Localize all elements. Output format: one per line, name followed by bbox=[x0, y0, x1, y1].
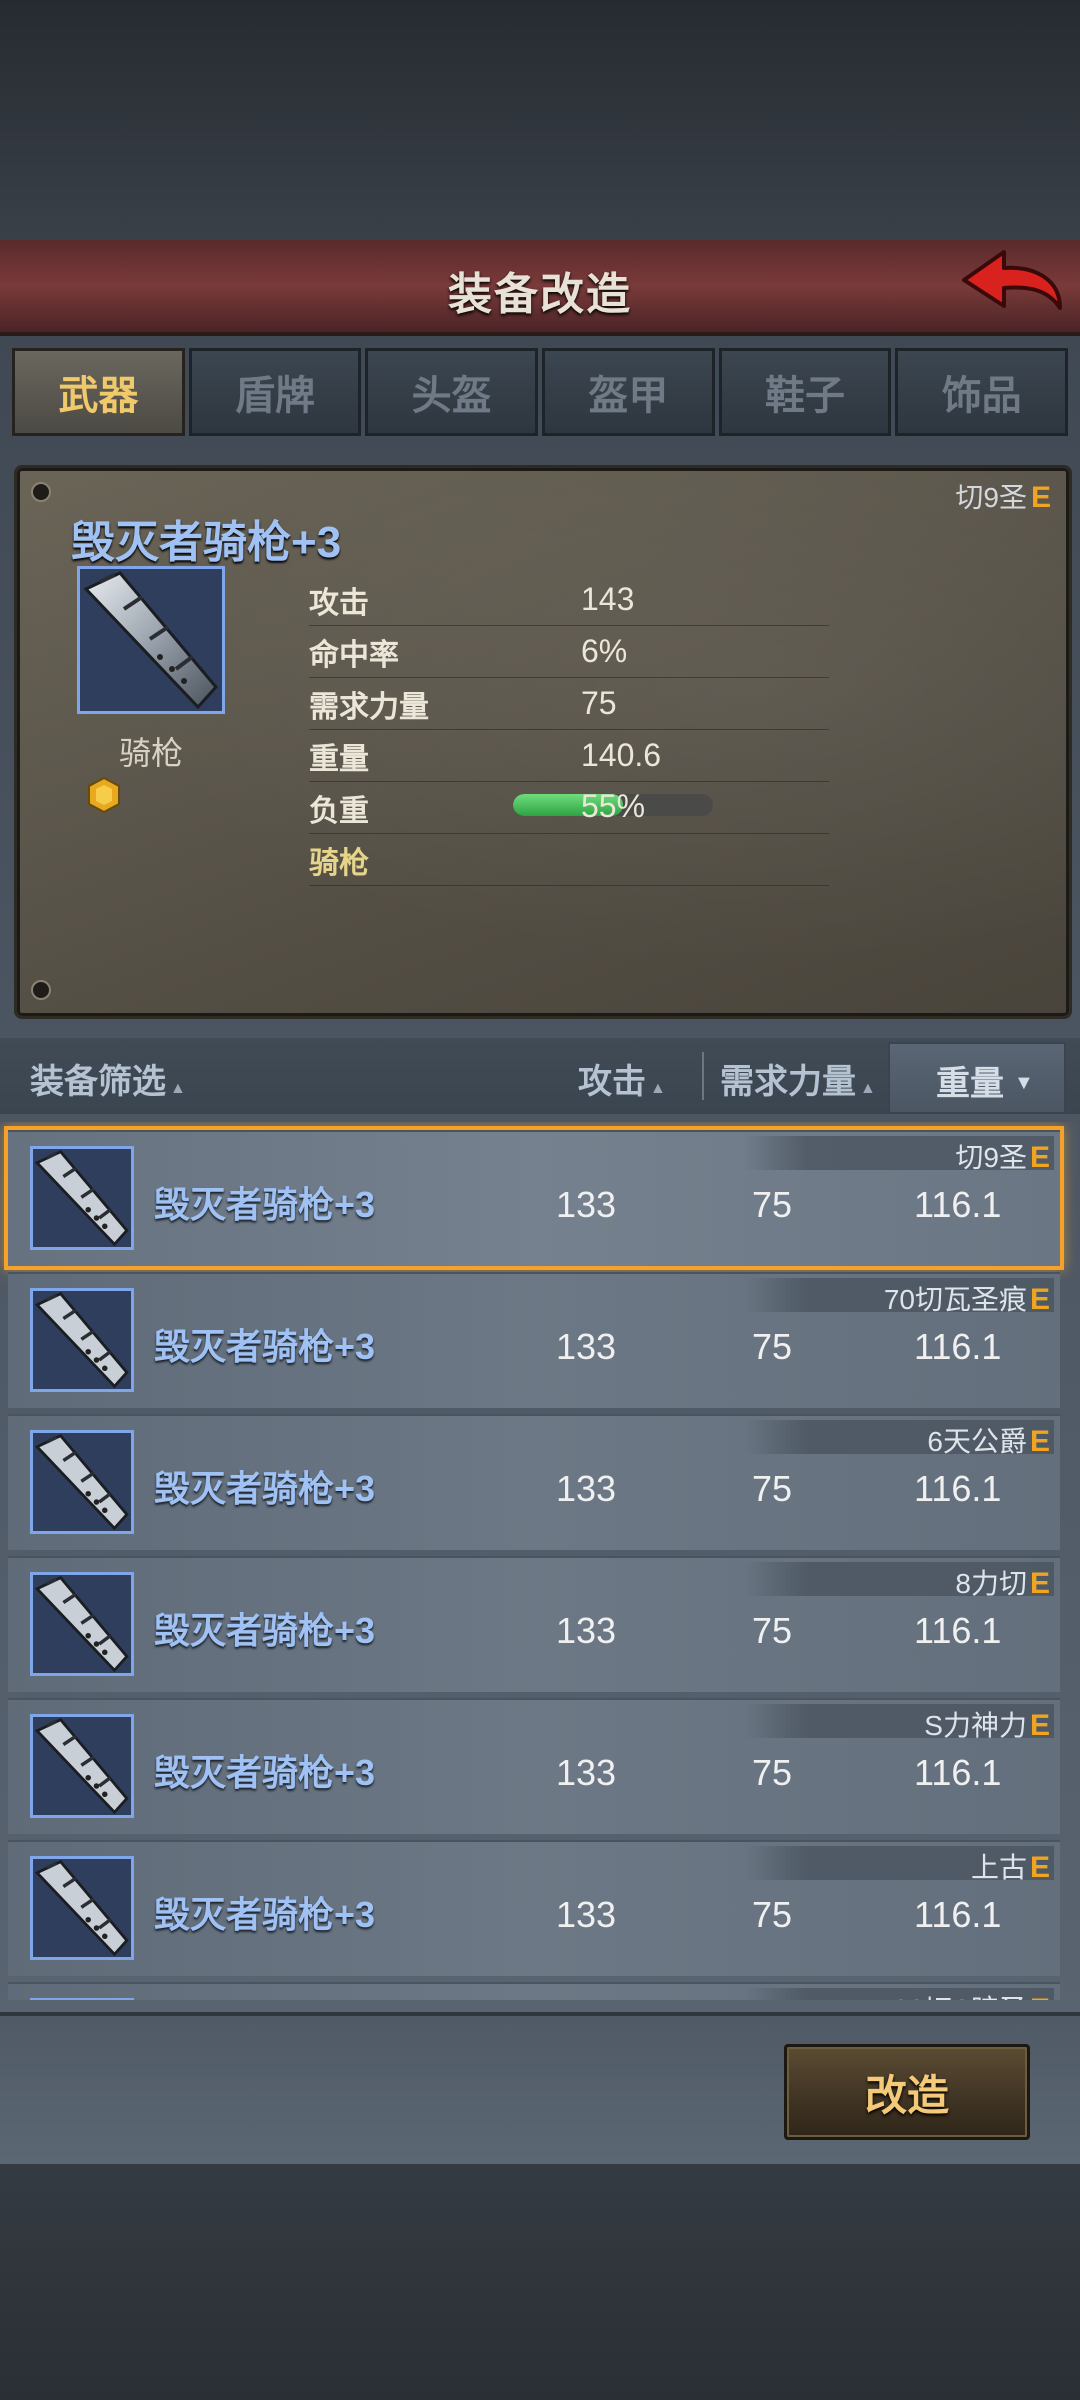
sort-weight-button[interactable]: 重量 ▼ bbox=[888, 1042, 1066, 1114]
item-attack: 133 bbox=[556, 1184, 617, 1225]
lance-icon bbox=[30, 1146, 134, 1250]
lance-icon bbox=[77, 566, 225, 714]
equipment-modify-panel: 装备改造 武器 盾牌 头盔 盔甲 鞋子 饰品 切9圣E 毁灭者骑枪+3 骑枪 bbox=[0, 240, 1080, 2164]
tab-accessory[interactable]: 饰品 bbox=[895, 348, 1069, 436]
item-strength-req: 75 bbox=[752, 1468, 793, 1509]
sort-req-button[interactable]: 需求力量 ▲ bbox=[720, 1054, 876, 1103]
item-type-label: 骑枪 bbox=[118, 735, 183, 771]
grade-badge: E bbox=[1029, 1141, 1050, 1174]
divider bbox=[702, 1052, 704, 1100]
item-attack: 133 bbox=[556, 1894, 617, 1935]
header-bar: 装备改造 bbox=[0, 240, 1080, 336]
item-strength-req: 75 bbox=[752, 1752, 793, 1793]
item-weight: 116.1 bbox=[914, 1468, 1002, 1509]
stat-row-attack: 攻击 143 bbox=[309, 574, 829, 626]
stat-row-strength-req: 需求力量 75 bbox=[309, 678, 829, 730]
item-name: 毁灭者骑枪+3 bbox=[154, 1468, 376, 1509]
equipment-row[interactable]: 6天公爵 E 毁灭者骑枪+3 133 75 116.1 bbox=[8, 1414, 1060, 1550]
rivet-icon bbox=[31, 482, 51, 502]
sort-desc-icon: ▼ bbox=[1014, 1072, 1034, 1094]
stats-table: 攻击 143 命中率 6% 需求力量 75 重量 140.6 负重 55% 骑枪 bbox=[309, 574, 829, 886]
lance-icon bbox=[30, 1856, 134, 1960]
equipment-list[interactable]: 切9圣 E 毁灭者骑枪+3 133 75 116.1 70切瓦圣痕 E 毁灭者骑枪+3 133 75… bbox=[0, 1122, 1080, 2000]
item-attack: 133 bbox=[556, 1752, 617, 1793]
grade-badge: E bbox=[1029, 1283, 1050, 1316]
item-weight: 116.1 bbox=[914, 1610, 1002, 1651]
tab-shoes[interactable]: 鞋子 bbox=[718, 348, 892, 436]
item-strength-req: 75 bbox=[752, 1894, 793, 1935]
category-tabs: 武器 盾牌 头盔 盔甲 鞋子 饰品 bbox=[12, 348, 1069, 436]
item-affix-tag: S力神力 E bbox=[924, 1709, 1050, 1742]
equipment-row[interactable]: 上古 E 毁灭者骑枪+3 133 75 116.1 bbox=[8, 1840, 1060, 1976]
bottom-action-bar: 改造 bbox=[0, 2012, 1080, 2164]
top-backdrop bbox=[0, 0, 1080, 240]
item-weight: 116.1 bbox=[914, 1894, 1002, 1935]
item-strength-req: 75 bbox=[752, 1184, 793, 1225]
load-percent: 55% bbox=[581, 788, 646, 824]
lance-icon bbox=[30, 1998, 134, 2000]
lance-icon bbox=[30, 1714, 134, 1818]
item-affix-tag: 切9圣 E bbox=[955, 1141, 1050, 1174]
item-name: 毁灭者骑枪+3 bbox=[71, 518, 342, 567]
lance-icon bbox=[30, 1288, 134, 1392]
item-name: 毁灭者骑枪+3 bbox=[154, 1184, 376, 1225]
item-name: 毁灭者骑枪+3 bbox=[154, 1610, 376, 1651]
equipment-row[interactable]: S力神力 E 毁灭者骑枪+3 133 75 116.1 bbox=[8, 1698, 1060, 1834]
tab-weapon[interactable]: 武器 bbox=[12, 348, 185, 436]
equipment-row[interactable]: 切9圣 E 毁灭者骑枪+3 133 75 116.1 bbox=[8, 1130, 1060, 1266]
grade-badge: E bbox=[1029, 1851, 1050, 1884]
modify-button[interactable]: 改造 bbox=[784, 2044, 1030, 2140]
equipment-row[interactable]: 8力切 E 毁灭者骑枪+3 133 75 116.1 bbox=[8, 1556, 1060, 1692]
item-affix-tag: 切9圣 E bbox=[955, 481, 1051, 514]
lance-icon bbox=[30, 1430, 134, 1534]
list-sort-header: 装备筛选 ▲ 攻击 ▲ 需求力量 ▲ 重量 ▼ bbox=[0, 1038, 1080, 1114]
item-weight: 116.1 bbox=[914, 1326, 1002, 1367]
tab-helmet[interactable]: 头盔 bbox=[365, 348, 539, 436]
item-attack: 133 bbox=[556, 1326, 617, 1367]
grade-badge: E bbox=[1029, 1425, 1050, 1458]
item-name: 毁灭者骑枪+3 bbox=[154, 1752, 376, 1793]
item-affix-tag: 80切S暗圣E bbox=[893, 1988, 1050, 2000]
equipment-row[interactable]: 80切S暗圣E毁灭者骑枪+313375116.1 bbox=[8, 1982, 1060, 2000]
filter-button[interactable]: 装备筛选 ▲ bbox=[30, 1054, 186, 1103]
tab-armor[interactable]: 盔甲 bbox=[542, 348, 715, 436]
stat-row-weight: 重量 140.6 bbox=[309, 730, 829, 782]
stat-row-hit-rate: 命中率 6% bbox=[309, 626, 829, 678]
item-name: 毁灭者骑枪+3 bbox=[154, 1894, 376, 1935]
rivet-icon bbox=[31, 980, 51, 1000]
item-affix-tag: 6天公爵 E bbox=[927, 1425, 1050, 1458]
page-title: 装备改造 bbox=[448, 270, 632, 319]
item-affix-tag: 上古 E bbox=[970, 1851, 1050, 1884]
grade-badge: E bbox=[1029, 1567, 1050, 1600]
tab-shield[interactable]: 盾牌 bbox=[188, 348, 362, 436]
lance-icon bbox=[30, 1572, 134, 1676]
hexagon-gem-icon bbox=[88, 776, 120, 814]
back-arrow-icon[interactable] bbox=[956, 246, 1066, 324]
item-affix-tag: 8力切 E bbox=[955, 1567, 1050, 1600]
stat-row-weapon-type: 骑枪 bbox=[309, 834, 829, 886]
item-weight: 116.1 bbox=[914, 1752, 1002, 1793]
item-detail-card: 切9圣 E 毁灭者骑枪+3 骑枪 攻击 143 命中率 6% 需求力量 75 重量 140… bbox=[14, 465, 1072, 1019]
grade-badge: E bbox=[1030, 1993, 1050, 2000]
item-attack: 133 bbox=[556, 1610, 617, 1651]
grade-badge: E bbox=[1030, 481, 1051, 514]
sort-attack-button[interactable]: 攻击 ▲ bbox=[578, 1054, 666, 1103]
item-weight: 116.1 bbox=[914, 1184, 1002, 1225]
item-name: 毁灭者骑枪+3 bbox=[154, 1326, 376, 1367]
stat-row-load: 负重 55% bbox=[309, 782, 829, 834]
bottom-backdrop bbox=[0, 2160, 1080, 2400]
grade-badge: E bbox=[1029, 1709, 1050, 1742]
item-attack: 133 bbox=[556, 1468, 617, 1509]
item-affix-tag: 70切瓦圣痕 E bbox=[883, 1283, 1050, 1316]
equipment-row[interactable]: 70切瓦圣痕 E 毁灭者骑枪+3 133 75 116.1 bbox=[8, 1272, 1060, 1408]
item-strength-req: 75 bbox=[752, 1610, 793, 1651]
item-strength-req: 75 bbox=[752, 1326, 793, 1367]
